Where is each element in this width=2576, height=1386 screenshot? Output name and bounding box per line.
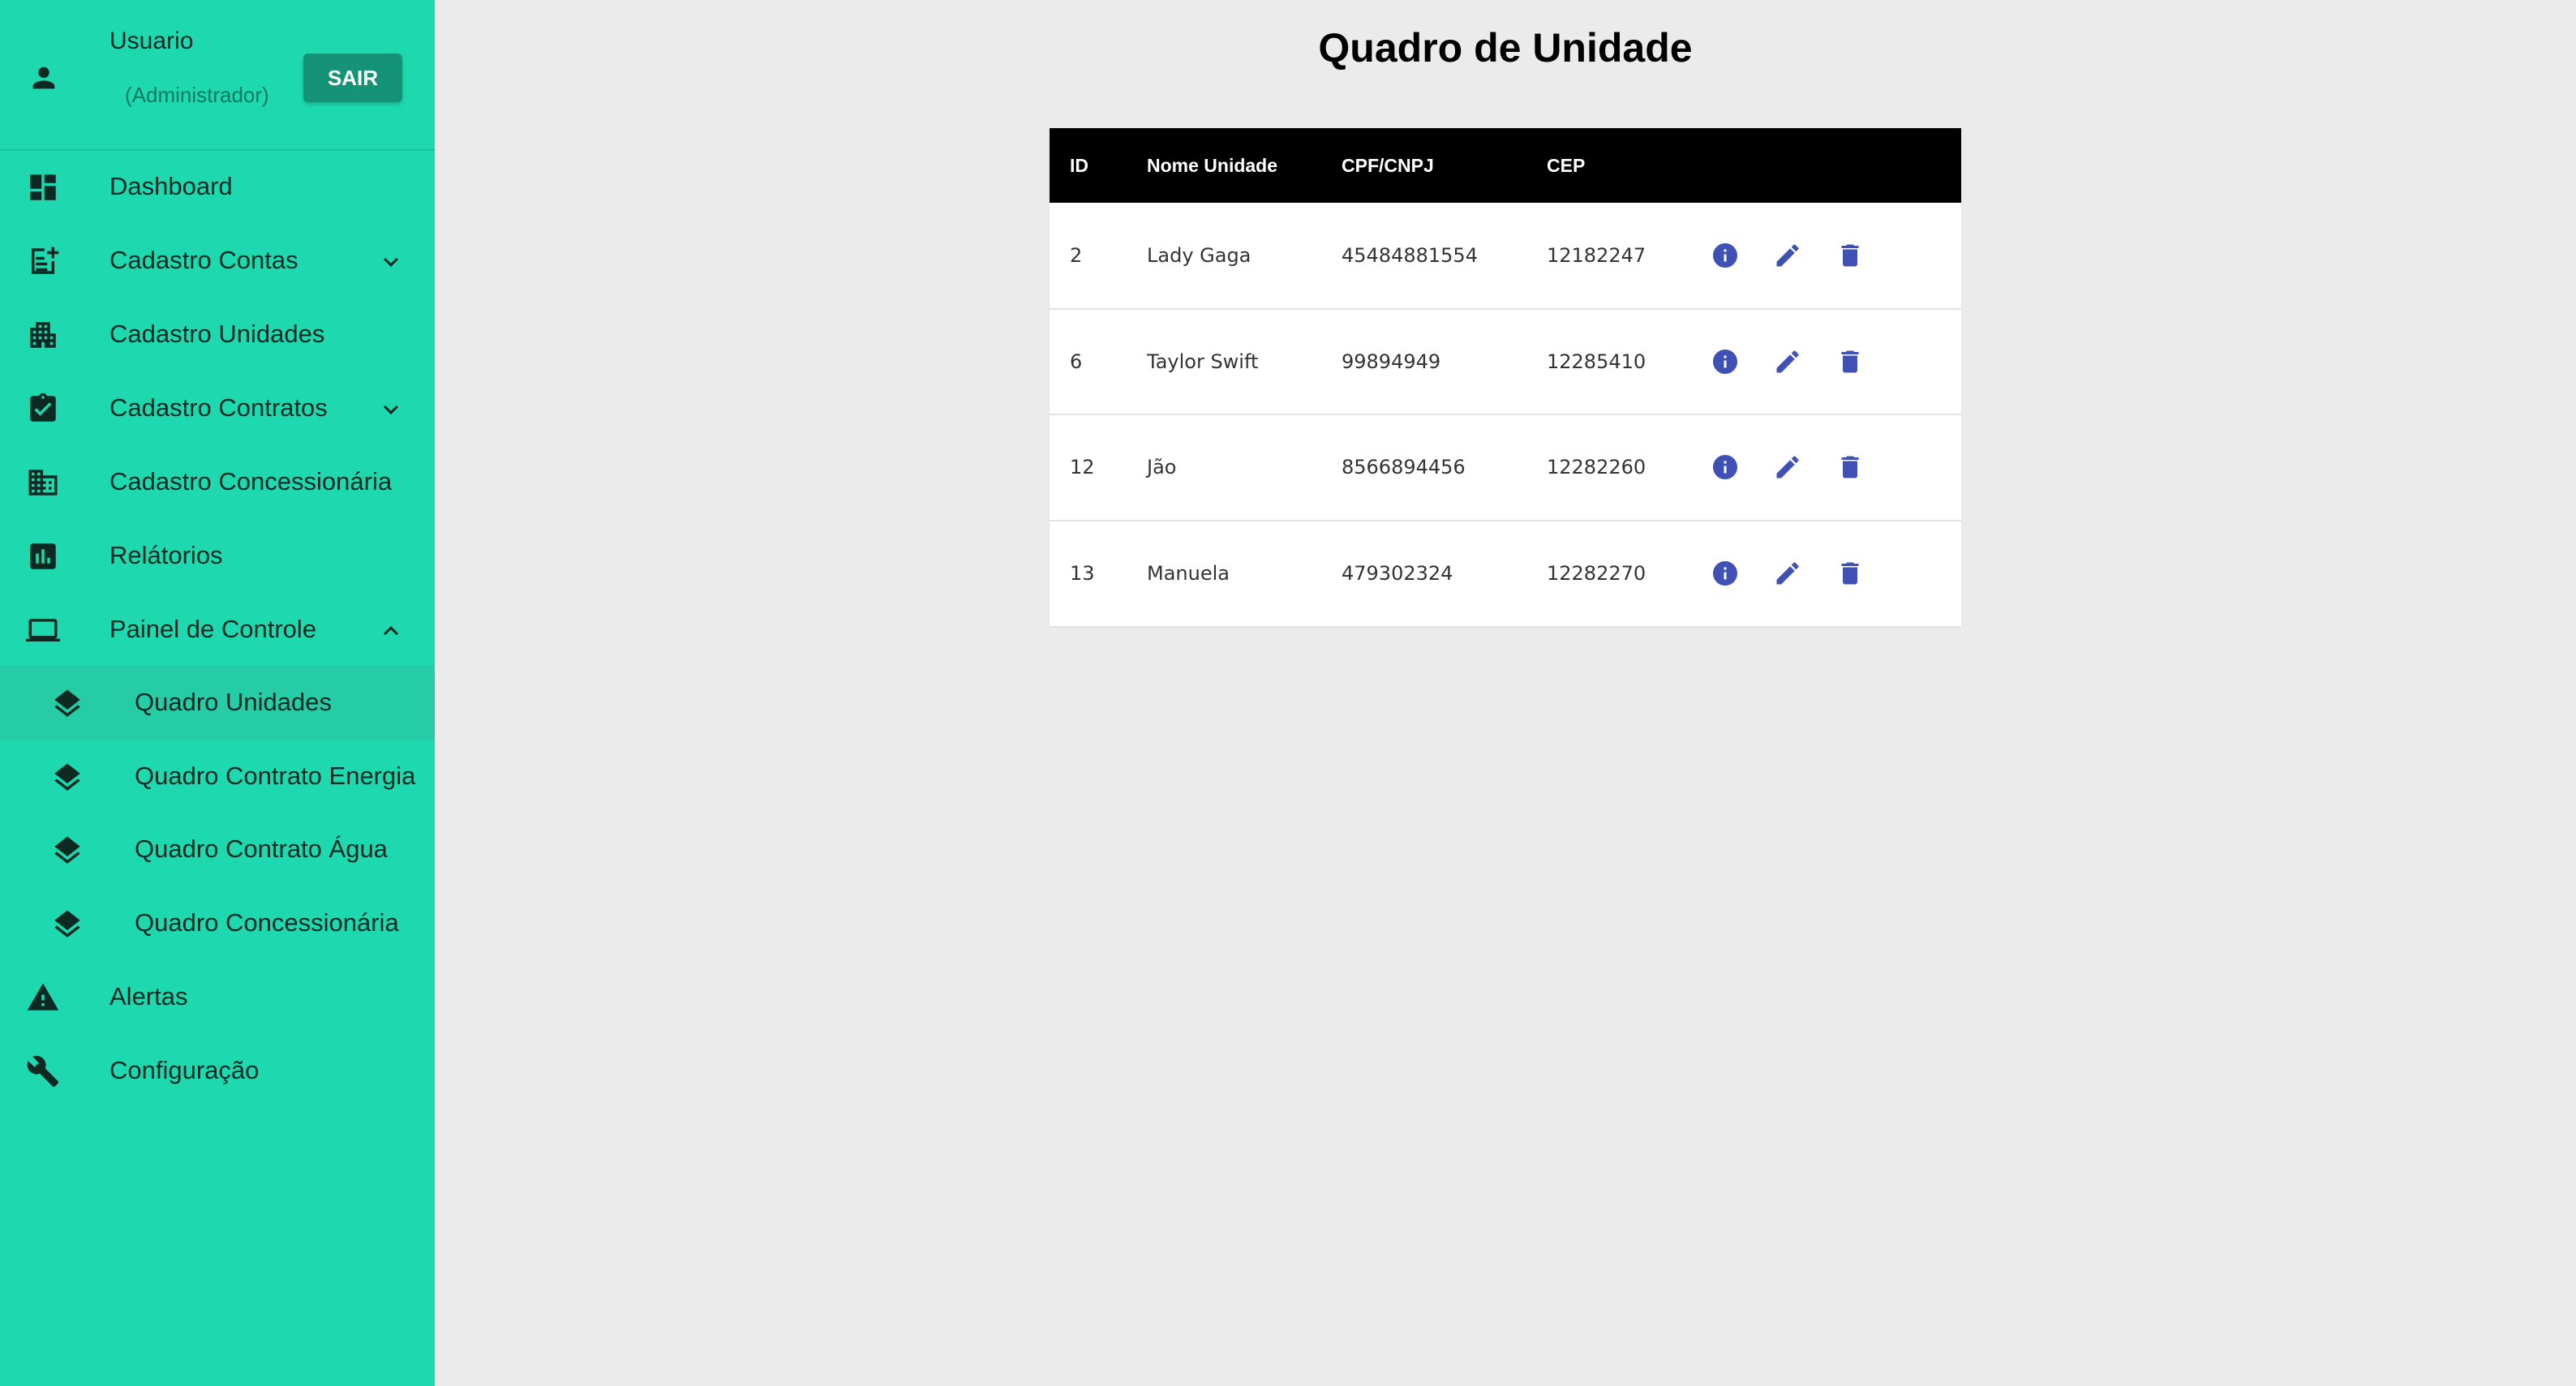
sidebar-item-label: Quadro Contrato Água xyxy=(135,835,388,864)
sidebar-item-configuracao[interactable]: Configuração xyxy=(0,1033,435,1107)
sidebar-subitem-quadro-contrato-agua[interactable]: Quadro Contrato Água xyxy=(0,813,435,886)
laptop-icon xyxy=(26,613,60,647)
sidebar-item-label: Configuração xyxy=(109,1055,260,1084)
cell-actions xyxy=(1690,414,1961,521)
cell-nome-unidade: Jão xyxy=(1147,456,1177,479)
sidebar-item-label: Cadastro Concessionária xyxy=(109,466,393,496)
column-header-cep: CEP xyxy=(1547,154,1586,176)
delete-icon[interactable] xyxy=(1835,347,1865,376)
unidades-table: ID Nome Unidade CPF/CNPJ CEP 2 Lady Gaga… xyxy=(1050,128,1961,626)
edit-icon[interactable] xyxy=(1773,453,1802,482)
main-content: Quadro de Unidade ID Nome Unidade CPF/CN… xyxy=(435,0,2576,1386)
cell-actions xyxy=(1690,203,1961,309)
sidebar-subitem-quadro-concessionaria[interactable]: Quadro Concessionária xyxy=(0,886,435,960)
sidebar-item-label: Painel de Controle xyxy=(109,614,317,643)
cell-cpf-cnpj: 479302324 xyxy=(1342,562,1453,586)
sidebar-item-cadastro-contratos[interactable]: Cadastro Contratos xyxy=(0,371,435,444)
sidebar-subitem-quadro-contrato-energia[interactable]: Quadro Contrato Energia xyxy=(0,740,435,813)
app-root: Usuario (Administrador) SAIR Dashboard C… xyxy=(0,0,2576,1386)
cell-cep: 12285410 xyxy=(1547,350,1646,373)
user-role: (Administrador) xyxy=(125,83,269,107)
wrench-icon xyxy=(26,1054,60,1088)
sidebar-item-cadastro-concessionaria[interactable]: Cadastro Concessionária xyxy=(0,444,435,518)
info-icon[interactable] xyxy=(1711,559,1740,588)
table-row: 13 Manuela 479302324 12282270 xyxy=(1050,520,1961,627)
assignment-check-icon xyxy=(26,392,60,426)
column-header-id: ID xyxy=(1070,154,1088,176)
table-row: 12 Jão 8566894456 12282260 xyxy=(1050,414,1961,521)
warning-icon xyxy=(26,980,60,1015)
layers-icon xyxy=(50,761,84,795)
info-icon[interactable] xyxy=(1711,347,1740,376)
logout-button[interactable]: SAIR xyxy=(303,54,402,102)
cell-cep: 12282270 xyxy=(1547,562,1646,586)
sidebar-item-label: Cadastro Unidades xyxy=(109,319,325,348)
table-row: 6 Taylor Swift 99894949 12285410 xyxy=(1050,308,1961,415)
layers-icon xyxy=(50,687,84,721)
layers-icon xyxy=(50,908,84,942)
sidebar-item-label: Cadastro Contas xyxy=(109,245,298,274)
sidebar-item-cadastro-unidades[interactable]: Cadastro Unidades xyxy=(0,297,435,371)
sidebar-item-label: Quadro Contrato Energia xyxy=(135,761,416,790)
sidebar-item-cadastro-contas[interactable]: Cadastro Contas xyxy=(0,223,435,297)
cell-id: 13 xyxy=(1070,562,1095,586)
chevron-down-icon xyxy=(376,247,406,277)
layers-icon xyxy=(50,834,84,868)
sidebar-item-label: Alertas xyxy=(109,981,188,1011)
sidebar-item-label: Quadro Concessionária xyxy=(135,908,399,937)
assessment-icon xyxy=(26,539,60,573)
cell-id: 2 xyxy=(1070,243,1083,267)
sidebar-item-label: Relátorios xyxy=(109,540,223,569)
column-header-cpf-cnpj: CPF/CNPJ xyxy=(1342,154,1434,176)
sidebar-item-relatorios[interactable]: Relátorios xyxy=(0,518,435,592)
sidebar-item-label: Quadro Unidades xyxy=(135,688,332,717)
cell-cep: 12182247 xyxy=(1547,243,1646,267)
cell-nome-unidade: Taylor Swift xyxy=(1147,350,1259,373)
note-add-icon xyxy=(26,244,60,278)
cell-actions xyxy=(1690,521,1961,627)
sidebar-item-label: Dashboard xyxy=(109,171,233,200)
table-row: 2 Lady Gaga 45484881554 12182247 xyxy=(1050,203,1961,309)
sidebar-item-dashboard[interactable]: Dashboard xyxy=(0,149,435,223)
cell-cep: 12282260 xyxy=(1547,456,1646,479)
business-icon xyxy=(26,466,60,500)
cell-cpf-cnpj: 45484881554 xyxy=(1342,243,1478,267)
user-name: Usuario xyxy=(109,28,194,54)
sidebar-subitem-quadro-unidades[interactable]: Quadro Unidades xyxy=(0,666,435,740)
cell-cpf-cnpj: 99894949 xyxy=(1342,350,1441,373)
cell-cpf-cnpj: 8566894456 xyxy=(1342,456,1466,479)
column-header-nome-unidade: Nome Unidade xyxy=(1147,154,1278,176)
cell-actions xyxy=(1690,309,1961,415)
person-icon xyxy=(28,62,60,94)
sidebar-menu: Dashboard Cadastro Contas Cadastro Unida… xyxy=(0,149,435,1107)
cell-id: 12 xyxy=(1070,456,1095,479)
cell-nome-unidade: Manuela xyxy=(1147,562,1230,586)
table-header-row: ID Nome Unidade CPF/CNPJ CEP xyxy=(1050,128,1961,203)
edit-icon[interactable] xyxy=(1773,347,1802,376)
chevron-down-icon xyxy=(376,395,406,424)
delete-icon[interactable] xyxy=(1835,241,1865,270)
info-icon[interactable] xyxy=(1711,241,1740,270)
sidebar-item-alertas[interactable]: Alertas xyxy=(0,959,435,1033)
dashboard-icon xyxy=(26,170,60,204)
sidebar-item-label: Cadastro Contratos xyxy=(109,393,328,422)
apartment-icon xyxy=(26,318,60,352)
sidebar: Usuario (Administrador) SAIR Dashboard C… xyxy=(0,0,435,1386)
info-icon[interactable] xyxy=(1711,453,1740,482)
cell-nome-unidade: Lady Gaga xyxy=(1147,243,1252,267)
cell-id: 6 xyxy=(1070,350,1083,373)
page-title: Quadro de Unidade xyxy=(1318,25,1693,71)
delete-icon[interactable] xyxy=(1835,453,1865,482)
edit-icon[interactable] xyxy=(1773,241,1802,270)
chevron-up-icon xyxy=(376,616,406,646)
user-panel: Usuario (Administrador) SAIR xyxy=(0,0,435,151)
delete-icon[interactable] xyxy=(1835,559,1865,588)
column-header-actions xyxy=(1690,128,1961,203)
edit-icon[interactable] xyxy=(1773,559,1802,588)
sidebar-item-painel-de-controle[interactable]: Painel de Controle xyxy=(0,592,435,666)
